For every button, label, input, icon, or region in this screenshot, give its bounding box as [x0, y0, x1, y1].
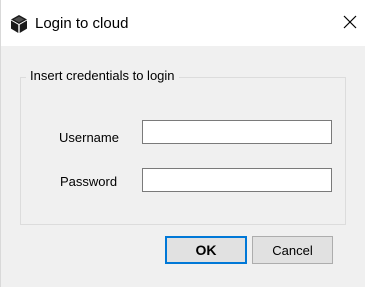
- title-bar: Login to cloud: [1, 0, 365, 46]
- login-dialog: Login to cloud Insert credentials to log…: [0, 0, 365, 287]
- ok-button[interactable]: OK: [165, 236, 247, 264]
- window-title: Login to cloud: [35, 15, 129, 32]
- password-label: Password: [60, 174, 118, 189]
- password-input[interactable]: [142, 168, 332, 192]
- cube-icon: [9, 14, 29, 34]
- close-button[interactable]: [336, 10, 364, 38]
- cancel-button[interactable]: Cancel: [252, 236, 333, 264]
- username-label: Username: [59, 130, 119, 145]
- groupbox-legend: Insert credentials to login: [26, 67, 179, 85]
- username-input[interactable]: [142, 120, 332, 144]
- credentials-groupbox: [20, 77, 346, 225]
- close-icon: [343, 15, 357, 34]
